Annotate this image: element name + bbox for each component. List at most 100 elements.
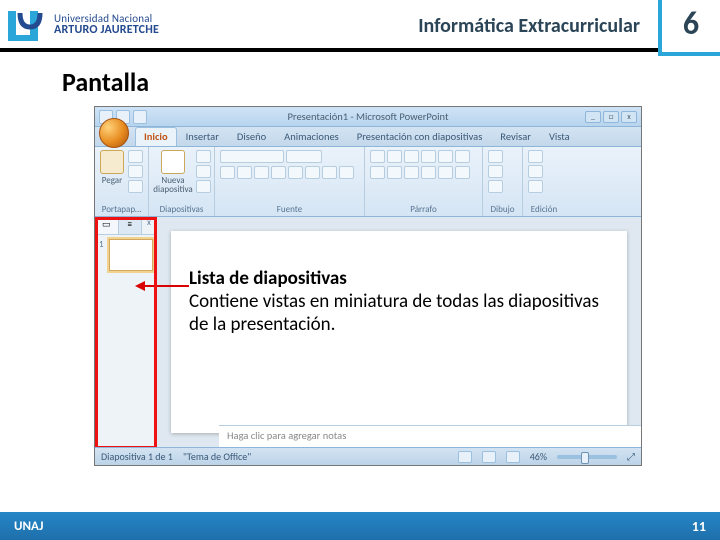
callout-title: Lista de diapositivas bbox=[189, 267, 603, 290]
notes-pane[interactable]: Haga clic para agregar notas bbox=[219, 425, 641, 447]
tab-presentacion[interactable]: Presentación con diapositivas bbox=[348, 127, 492, 146]
window-controls: _ □ x bbox=[585, 111, 637, 123]
slide-canvas-area: Lista de diapositivas Contiene vistas en… bbox=[157, 217, 641, 447]
fontcolor-icon[interactable] bbox=[339, 166, 354, 179]
select-icon[interactable] bbox=[528, 180, 543, 193]
group-label-fuente: Fuente bbox=[220, 204, 359, 215]
group-label-diapositivas: Diapositivas bbox=[154, 204, 209, 215]
charspacing-icon[interactable] bbox=[305, 166, 320, 179]
tab-animaciones[interactable]: Animaciones bbox=[275, 127, 348, 146]
shapes-icon[interactable] bbox=[488, 150, 503, 163]
indent-dec-icon[interactable] bbox=[404, 150, 419, 163]
clipboard-icon bbox=[100, 150, 124, 174]
tab-inicio[interactable]: Inicio bbox=[135, 127, 177, 146]
columns-icon[interactable] bbox=[438, 166, 453, 179]
callout-arrow-icon bbox=[135, 279, 189, 293]
subject-title: Informática Extracurricular bbox=[418, 14, 640, 38]
footer-left: UNAJ bbox=[0, 519, 43, 534]
close-button[interactable]: x bbox=[621, 111, 637, 123]
cut-icon[interactable] bbox=[128, 150, 143, 163]
group-label-edicion: Edición bbox=[528, 204, 560, 215]
copy-icon[interactable] bbox=[128, 165, 143, 178]
layout-icon[interactable] bbox=[196, 150, 211, 163]
arrange-icon[interactable] bbox=[488, 165, 503, 178]
tab-diseno[interactable]: Diseño bbox=[228, 127, 275, 146]
new-slide-button[interactable]: Nueva diapositiva bbox=[154, 150, 192, 194]
align-center-icon[interactable] bbox=[387, 166, 402, 179]
thumbnail-number: 1 bbox=[99, 239, 104, 250]
status-zoom: 46% bbox=[530, 450, 547, 463]
logo-line2: ARTURO JAURETCHE bbox=[54, 24, 159, 36]
group-fuente: Fuente bbox=[215, 147, 365, 216]
group-portapapeles: Pegar Portapap… bbox=[95, 147, 149, 216]
bold-icon[interactable] bbox=[220, 166, 235, 179]
replace-icon[interactable] bbox=[528, 165, 543, 178]
tab-insertar[interactable]: Insertar bbox=[177, 127, 228, 146]
slidelist-tab-slides[interactable]: ▭ bbox=[95, 217, 119, 234]
callout-body: Contiene vistas en miniatura de todas la… bbox=[189, 290, 603, 336]
workspace: ▭ ≡ x 1 bbox=[95, 217, 641, 447]
font-name-select[interactable] bbox=[220, 150, 284, 163]
italic-icon[interactable] bbox=[237, 166, 252, 179]
strike-icon[interactable] bbox=[271, 166, 286, 179]
powerpoint-window: Presentación1 - Microsoft PowerPoint _ □… bbox=[94, 106, 642, 466]
slidelist-tab-outline[interactable]: ≡ bbox=[119, 217, 143, 234]
font-size-select[interactable] bbox=[286, 150, 322, 163]
changecase-icon[interactable] bbox=[322, 166, 337, 179]
office-button[interactable] bbox=[99, 118, 129, 148]
slide-list-panel: ▭ ≡ x 1 bbox=[95, 217, 157, 447]
find-icon[interactable] bbox=[528, 150, 543, 163]
paste-button[interactable]: Pegar bbox=[100, 150, 124, 185]
delete-icon[interactable] bbox=[196, 180, 211, 193]
window-title: Presentación1 - Microsoft PowerPoint bbox=[288, 110, 449, 123]
thumbnail-wrap: 1 bbox=[95, 235, 156, 275]
view-slideshow-icon[interactable] bbox=[506, 451, 520, 463]
group-label-portapapeles: Portapap… bbox=[100, 204, 143, 215]
view-sorter-icon[interactable] bbox=[482, 451, 496, 463]
status-bar: Diapositiva 1 de 1 "Tema de Office" 46% … bbox=[95, 447, 641, 465]
logo-mark bbox=[6, 3, 48, 45]
group-diapositivas: Nueva diapositiva Diapositivas bbox=[149, 147, 215, 216]
numbering-icon[interactable] bbox=[387, 150, 402, 163]
slide-canvas[interactable]: Lista de diapositivas Contiene vistas en… bbox=[171, 231, 627, 433]
align-right-icon[interactable] bbox=[404, 166, 419, 179]
footer-bar: UNAJ 11 bbox=[0, 512, 720, 540]
underline-icon[interactable] bbox=[254, 166, 269, 179]
shadow-icon[interactable] bbox=[288, 166, 303, 179]
tab-vista[interactable]: Vista bbox=[540, 127, 579, 146]
status-theme: "Tema de Office" bbox=[183, 450, 251, 463]
group-parrafo: Párrafo bbox=[365, 147, 483, 216]
chapter-box: 6 bbox=[658, 0, 720, 56]
bullets-icon[interactable] bbox=[370, 150, 385, 163]
chapter-number: 6 bbox=[683, 4, 699, 43]
quickstyles-icon[interactable] bbox=[488, 180, 503, 193]
logo: Universidad Nacional ARTURO JAURETCHE bbox=[0, 3, 159, 45]
format-painter-icon[interactable] bbox=[128, 180, 143, 193]
footer-page-number: 11 bbox=[692, 518, 720, 535]
indent-inc-icon[interactable] bbox=[421, 150, 436, 163]
group-label-dibujo: Dibujo bbox=[488, 204, 517, 215]
textdir-icon[interactable] bbox=[455, 150, 470, 163]
reset-icon[interactable] bbox=[196, 165, 211, 178]
logo-line1: Universidad Nacional bbox=[54, 13, 159, 24]
zoom-slider[interactable] bbox=[557, 455, 617, 459]
ribbon-body: Pegar Portapap… Nueva di bbox=[95, 147, 641, 217]
fit-to-window-button[interactable]: ⤢ bbox=[627, 450, 635, 463]
linespacing-icon[interactable] bbox=[438, 150, 453, 163]
content-area: Pantalla Presentación1 - Microsoft Power… bbox=[0, 60, 720, 512]
header-bar: Universidad Nacional ARTURO JAURETCHE In… bbox=[0, 0, 720, 52]
align-justify-icon[interactable] bbox=[421, 166, 436, 179]
slidelist-close-button[interactable]: x bbox=[142, 217, 156, 234]
view-normal-icon[interactable] bbox=[458, 451, 472, 463]
slide-thumbnail-1[interactable] bbox=[109, 239, 153, 271]
paste-label: Pegar bbox=[102, 176, 122, 185]
minimize-button[interactable]: _ bbox=[585, 111, 601, 123]
group-label-parrafo: Párrafo bbox=[370, 204, 477, 215]
maximize-button[interactable]: □ bbox=[603, 111, 619, 123]
tab-revisar[interactable]: Revisar bbox=[491, 127, 540, 146]
new-slide-label: Nueva diapositiva bbox=[153, 176, 192, 194]
smartart-icon[interactable] bbox=[455, 166, 470, 179]
qat-redo-icon[interactable] bbox=[133, 110, 147, 124]
group-edicion: Edición bbox=[523, 147, 565, 216]
align-left-icon[interactable] bbox=[370, 166, 385, 179]
